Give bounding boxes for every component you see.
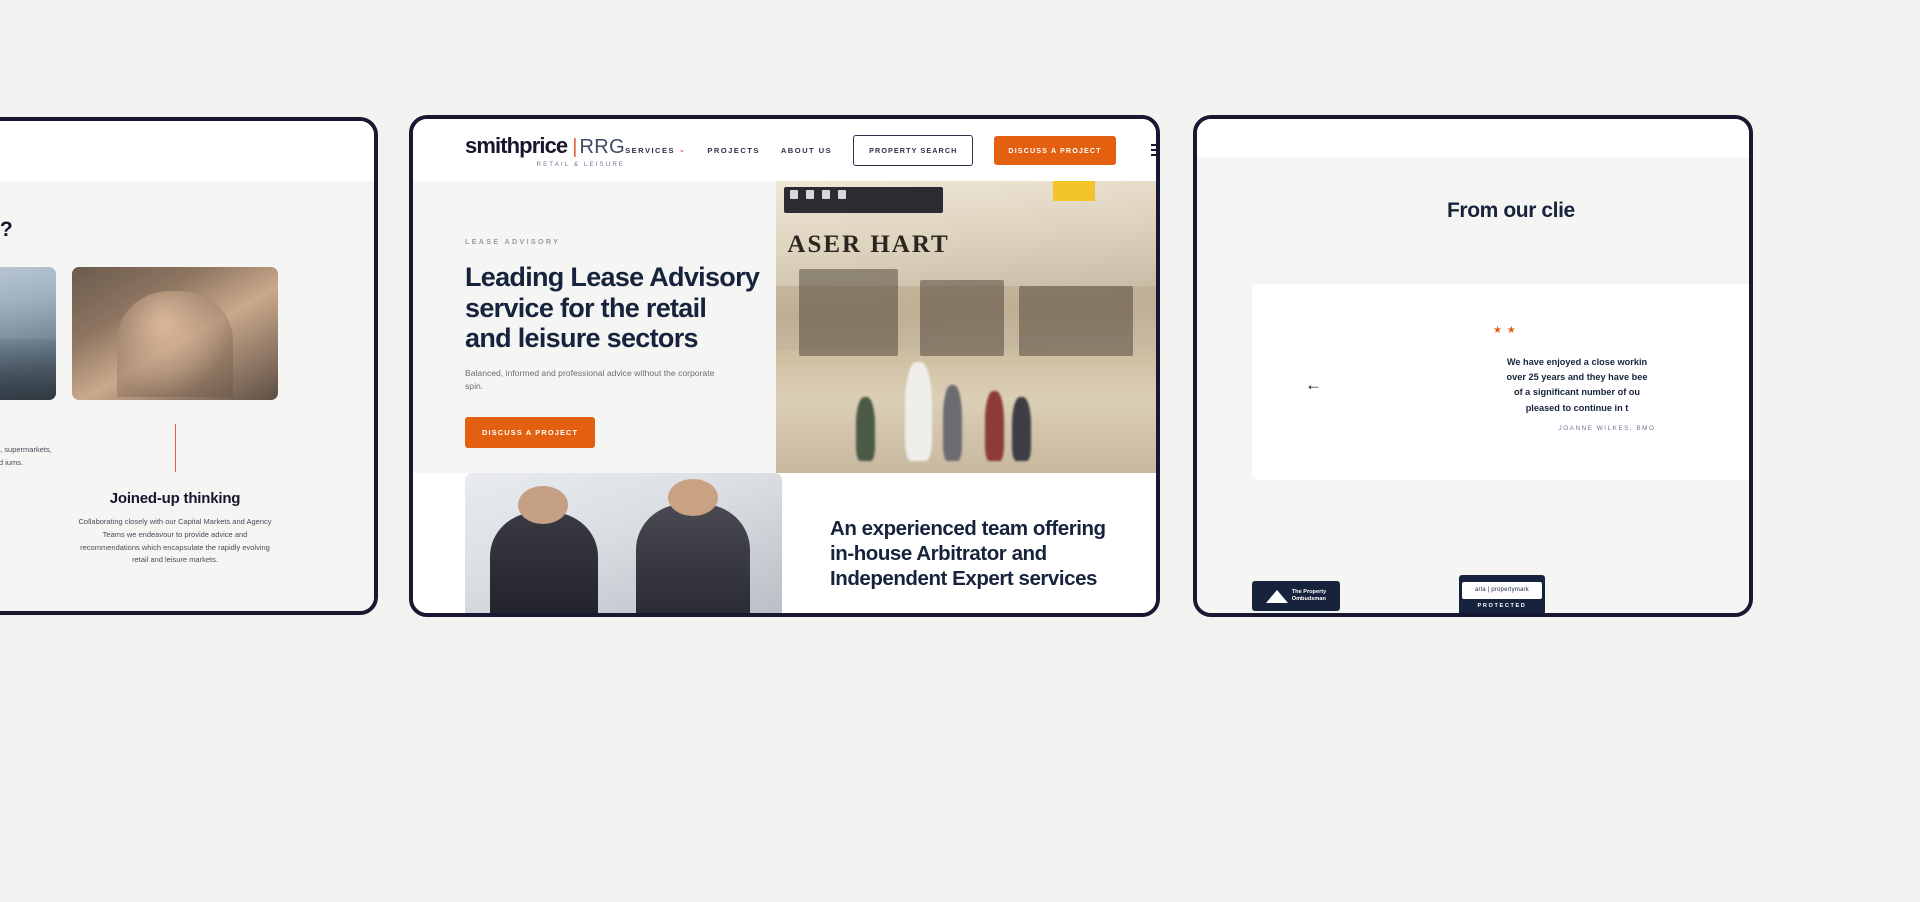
- nav-item-about-us[interactable]: ABOUT US: [781, 146, 832, 155]
- mall-shopper: [943, 385, 963, 462]
- hero-heading-line: Leading Lease Advisory: [465, 262, 760, 292]
- hero-eyebrow: LEASE ADVISORY: [465, 237, 561, 246]
- property-ombudsman-badge: The Property Ombudsman: [1252, 581, 1340, 611]
- logo-suffix-text: RRG: [579, 135, 626, 158]
- testimonial-quote: We have enjoyed a close workin over 25 y…: [1377, 355, 1749, 416]
- testimonials-title: From our clie: [1447, 199, 1575, 222]
- right-card-header: [1197, 119, 1749, 157]
- mall-shopper: [905, 362, 932, 462]
- ombudsman-badge-line1: The Property: [1291, 589, 1327, 596]
- mall-signage-band: [783, 186, 944, 214]
- nav-item-projects[interactable]: PROJECTS: [707, 146, 760, 155]
- hero-mall-image: ASER HART: [776, 181, 1156, 473]
- hero-heading-line: service for the retail: [465, 292, 707, 323]
- hero-heading-line: and leisure sectors: [465, 323, 699, 353]
- testimonial-quote-line: of a significant number of ou: [1513, 387, 1641, 398]
- team-member-figure: [636, 478, 751, 613]
- mall-store-sign-text: ASER HART: [787, 231, 950, 259]
- left-card-columns: l reach ral London and national retail a…: [0, 267, 348, 567]
- team-photo: [465, 473, 782, 613]
- lift-sign-icon: [821, 189, 830, 199]
- main-website-card[interactable]: smithprice | RRG RETAIL & LEISURE SERVIC…: [409, 115, 1160, 617]
- left-card-column: Joined-up thinking Collaborating closely…: [72, 267, 278, 567]
- rating-stars-icon: ★ ★: [1493, 325, 1517, 336]
- mall-floor: [776, 350, 1156, 473]
- right-preview-card[interactable]: From our clie ← ★ ★ We have enjoyed a cl…: [1193, 115, 1753, 617]
- mall-yellow-banner: [1053, 181, 1096, 202]
- mall-storefront: [1019, 286, 1134, 357]
- left-card-header: [0, 121, 374, 181]
- testimonial-quote-line: pleased to continue in t: [1525, 402, 1629, 413]
- arla-badge-line2: PROTECTED: [1477, 602, 1527, 609]
- logo-divider: |: [572, 135, 578, 158]
- hero-section: LEASE ADVISORY Leading Lease Advisory se…: [413, 181, 1156, 473]
- left-card-body: mith Price RRG? l reach ral London and n…: [0, 181, 374, 611]
- hero-text-block: LEASE ADVISORY Leading Lease Advisory se…: [413, 181, 776, 473]
- right-card-body: From our clie ← ★ ★ We have enjoyed a cl…: [1197, 157, 1749, 613]
- nav-links-group: SERVICES ⌄ PROJECTS ABOUT US PROPERTY SE…: [625, 134, 1156, 166]
- nav-item-services[interactable]: SERVICES ⌄: [625, 146, 686, 155]
- lower-section: An experienced team offering in-house Ar…: [413, 473, 1156, 613]
- mall-shopper: [855, 397, 875, 462]
- city-aerial-thumbnail: [0, 267, 56, 400]
- hero-discuss-project-button[interactable]: DISCUSS A PROJECT: [465, 417, 596, 449]
- lower-heading-line: in-house Arbitrator and: [830, 542, 1047, 566]
- ombudsman-triangle-icon: [1265, 589, 1288, 603]
- arla-badge-line1: arla | propertymark: [1462, 581, 1542, 599]
- site-navigation-bar: smithprice | RRG RETAIL & LEISURE SERVIC…: [413, 119, 1156, 181]
- left-column-body: Collaborating closely with our Capital M…: [78, 517, 272, 565]
- property-search-button[interactable]: PROPERTY SEARCH: [853, 134, 974, 166]
- ombudsman-badge-line2: Ombudsman: [1291, 596, 1326, 602]
- team-member-figure: [490, 486, 599, 613]
- page-canvas: mith Price RRG? l reach ral London and n…: [0, 0, 1920, 902]
- restroom-sign-icon: [805, 189, 814, 199]
- testimonial-quote-line: over 25 years and they have bee: [1506, 372, 1648, 383]
- site-logo[interactable]: smithprice | RRG RETAIL & LEISURE: [465, 133, 625, 168]
- arla-propertymark-badge: arla | propertymark PROTECTED: [1459, 575, 1545, 613]
- logo-primary-text: smithprice: [465, 132, 568, 158]
- meeting-photo-thumbnail: [72, 267, 278, 400]
- hamburger-menu-icon[interactable]: [1150, 143, 1156, 157]
- left-card-column: l reach ral London and national retail a…: [0, 267, 56, 567]
- discuss-a-project-button[interactable]: DISCUSS A PROJECT: [994, 135, 1116, 165]
- left-card-heading: mith Price RRG?: [0, 218, 13, 241]
- nav-item-services-label: SERVICES: [625, 145, 675, 155]
- hero-subtitle: Balanced, informed and professional advi…: [465, 367, 715, 391]
- testimonial-author: JOANNE WILKES, BMO: [1558, 425, 1656, 432]
- mall-shopper: [1011, 397, 1031, 462]
- mall-shopper: [985, 391, 1004, 462]
- arrow-sign-icon: [789, 189, 798, 199]
- left-column-title: Joined-up thinking: [109, 490, 241, 507]
- lower-heading: An experienced team offering in-house Ar…: [830, 516, 1156, 592]
- testimonial-quote-line: We have enjoyed a close workin: [1506, 357, 1648, 367]
- mall-storefront: [920, 280, 1004, 357]
- logo-tagline: RETAIL & LEISURE: [536, 160, 626, 168]
- mall-storefront: [798, 268, 898, 357]
- info-sign-icon: [837, 189, 846, 199]
- left-column-title: l reach: [0, 418, 56, 435]
- left-column-body: ral London and national retail and time …: [0, 445, 52, 467]
- chevron-down-icon: ⌄: [679, 147, 687, 154]
- lower-heading-line: Independent Expert services: [830, 567, 1097, 591]
- orange-divider-line: [174, 424, 176, 472]
- lower-text-block: An experienced team offering in-house Ar…: [782, 473, 1156, 613]
- hero-heading: Leading Lease Advisory service for the r…: [465, 262, 776, 354]
- left-preview-card[interactable]: mith Price RRG? l reach ral London and n…: [0, 117, 378, 615]
- lower-heading-line: An experienced team offering: [830, 517, 1106, 540]
- previous-testimonial-arrow-icon[interactable]: ←: [1305, 375, 1322, 395]
